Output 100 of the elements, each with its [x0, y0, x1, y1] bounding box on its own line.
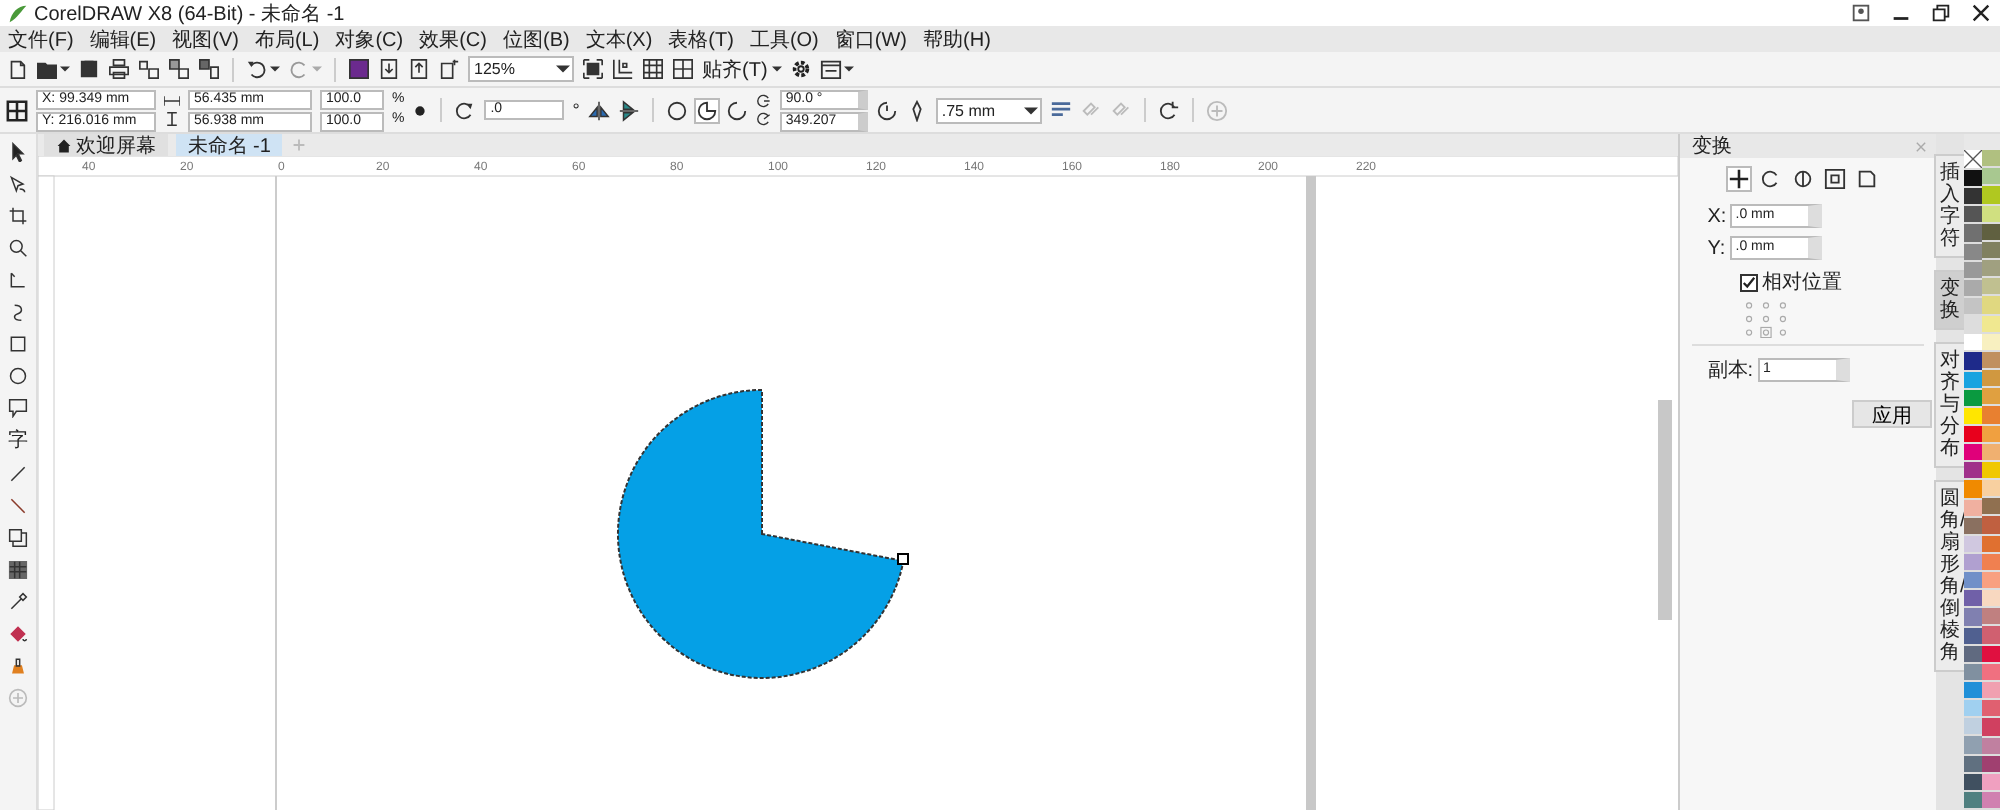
color-swatch[interactable]: [1982, 296, 2000, 316]
settings-icon[interactable]: [789, 58, 812, 80]
convert-to-curves-icon[interactable]: [1157, 99, 1180, 121]
color-swatch[interactable]: [1982, 700, 2000, 719]
document-tab[interactable]: 欢迎屏幕: [43, 134, 168, 156]
color-swatch[interactable]: [1982, 406, 2000, 426]
export-icon[interactable]: [168, 58, 190, 80]
caret-icon[interactable]: [771, 64, 782, 74]
size-icon[interactable]: [1823, 168, 1846, 190]
color-swatch[interactable]: [1964, 188, 1982, 207]
position-icon[interactable]: [1727, 168, 1750, 190]
color-swatch[interactable]: [1982, 278, 2000, 297]
color-swatch[interactable]: [1964, 170, 1982, 189]
transparency-icon[interactable]: [7, 560, 28, 580]
color-swatch[interactable]: [1964, 224, 1982, 244]
docker-tab[interactable]: 变换: [1934, 270, 1966, 330]
color-swatch[interactable]: [1964, 480, 1982, 500]
color-swatch[interactable]: [1982, 608, 2000, 627]
color-swatch[interactable]: [1964, 718, 1982, 737]
redo-icon[interactable]: [288, 58, 310, 80]
mirror-horizontal-icon[interactable]: [587, 99, 610, 121]
outline-width-dropdown[interactable]: .75 mm: [935, 97, 1042, 123]
checkbox[interactable]: [1739, 273, 1758, 291]
zoom-level-dropdown[interactable]: 125%: [468, 56, 574, 82]
color-swatch[interactable]: [1964, 206, 1982, 225]
line-icon[interactable]: [7, 464, 28, 484]
smart-fill-icon[interactable]: [7, 656, 28, 676]
color-swatch[interactable]: [1982, 718, 2000, 737]
caret-icon[interactable]: [1023, 103, 1038, 117]
mirror-vertical-icon[interactable]: [617, 99, 640, 121]
no-color-swatch-icon[interactable]: [1964, 150, 1982, 170]
menu-item[interactable]: 文件(F): [8, 25, 74, 53]
folder-icon[interactable]: [36, 58, 58, 80]
menu-item[interactable]: 表格(T): [668, 25, 734, 53]
skew-icon[interactable]: [1855, 168, 1878, 190]
account-icon[interactable]: [1850, 2, 1872, 24]
snap-to-dropdown[interactable]: 贴齐(T): [702, 55, 768, 83]
rulers-icon[interactable]: [612, 58, 634, 80]
save-icon[interactable]: [78, 58, 100, 80]
import-icon[interactable]: [138, 58, 160, 80]
menu-item[interactable]: 视图(V): [172, 25, 239, 53]
print-icon[interactable]: [108, 58, 130, 80]
docker-tab[interactable]: 插入字符: [1934, 154, 1966, 258]
connector-icon[interactable]: [7, 496, 28, 516]
menu-item[interactable]: 位图(B): [502, 25, 570, 53]
color-swatch[interactable]: [1982, 590, 2000, 609]
full-screen-icon[interactable]: [582, 58, 604, 80]
menu-item[interactable]: 工具(O): [749, 25, 819, 53]
shape-tool-icon[interactable]: [7, 174, 28, 194]
color-swatch[interactable]: [1964, 462, 1982, 481]
import-arrow-icon[interactable]: [378, 58, 400, 80]
color-swatch[interactable]: [1964, 700, 1982, 719]
ellipse-icon[interactable]: [665, 99, 688, 121]
grid-icon[interactable]: [642, 58, 664, 80]
docker-tab[interactable]: 对齐与分布: [1934, 342, 1966, 468]
color-swatch[interactable]: [1964, 316, 1982, 335]
document-tab[interactable]: 未命名 -1: [175, 134, 283, 156]
menu-item[interactable]: 帮助(H): [923, 25, 991, 53]
lock-ratio-icon[interactable]: [412, 103, 429, 117]
color-swatch[interactable]: [1982, 498, 2000, 517]
color-swatch[interactable]: [1982, 168, 2000, 187]
close-icon[interactable]: [1970, 2, 1992, 24]
color-swatch[interactable]: [1964, 352, 1982, 372]
color-swatch[interactable]: [1964, 590, 1982, 609]
color-swatch[interactable]: [1982, 370, 2000, 389]
scrollbar-thumb[interactable]: [1657, 400, 1672, 620]
arc-icon[interactable]: [725, 99, 748, 121]
freehand-icon[interactable]: [7, 270, 28, 290]
menu-item[interactable]: 文本(X): [585, 25, 653, 53]
color-swatch[interactable]: [1964, 608, 1982, 628]
publish-icon[interactable]: [198, 58, 220, 80]
text-tool[interactable]: 字: [7, 430, 28, 452]
zoom-icon[interactable]: [7, 238, 28, 258]
color-swatch[interactable]: [1964, 334, 1982, 353]
document-options-icon[interactable]: [438, 58, 460, 80]
app-launcher-icon[interactable]: [348, 58, 370, 80]
caret-icon[interactable]: [556, 62, 570, 76]
rectangle-icon[interactable]: [7, 334, 28, 354]
pick-tool-icon[interactable]: [7, 142, 28, 162]
menu-item[interactable]: 编辑(E): [89, 25, 157, 53]
caret-icon[interactable]: [60, 64, 70, 74]
undo-icon[interactable]: [246, 58, 268, 80]
callout-icon[interactable]: [7, 398, 28, 418]
rotate-icon[interactable]: [1759, 168, 1782, 190]
text-wrap-icon[interactable]: [1049, 99, 1072, 121]
restore-icon[interactable]: [1930, 2, 1952, 24]
guidelines-icon[interactable]: [672, 58, 694, 80]
export-arrow-icon[interactable]: [408, 58, 430, 80]
crop-icon[interactable]: [7, 206, 28, 226]
pie-icon[interactable]: [695, 99, 718, 121]
color-swatch[interactable]: [1964, 444, 1982, 463]
fill-bucket-icon[interactable]: [7, 624, 28, 644]
scale-mirror-icon[interactable]: [1791, 168, 1814, 190]
new-document-icon[interactable]: [6, 58, 28, 80]
menu-item[interactable]: 效果(C): [419, 25, 487, 53]
color-swatch[interactable]: [1964, 572, 1982, 591]
color-swatch[interactable]: [1982, 792, 2000, 810]
color-swatch[interactable]: [1982, 186, 2000, 206]
drop-shadow-icon[interactable]: [7, 528, 28, 548]
menu-item[interactable]: 布局(L): [254, 25, 320, 53]
